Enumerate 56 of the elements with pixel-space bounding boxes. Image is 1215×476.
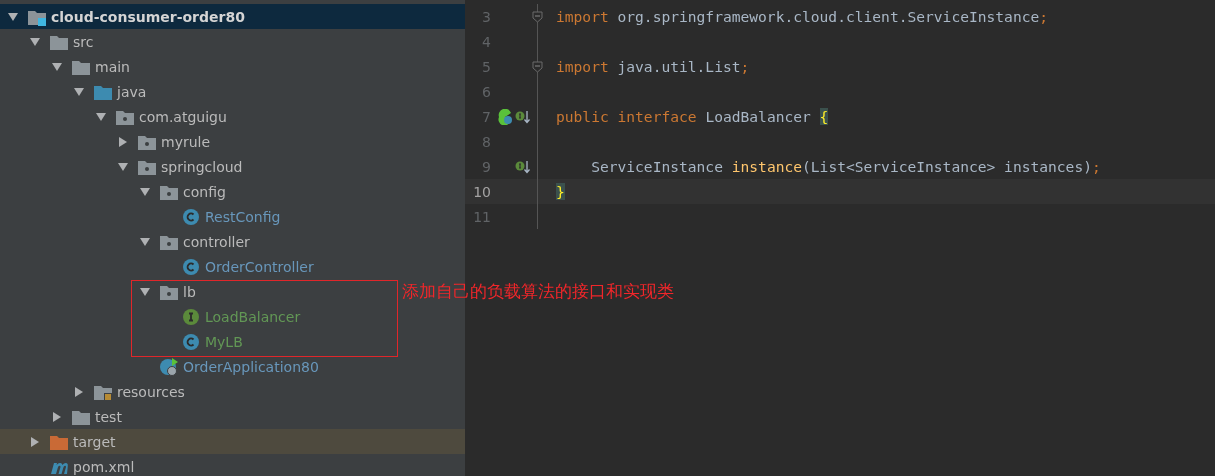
line-number: 10 xyxy=(472,183,491,200)
line-number: 7 xyxy=(481,108,491,125)
code-line: public interface LoadBalancer { xyxy=(556,108,829,125)
class-icon xyxy=(181,207,201,226)
line-number: 5 xyxy=(481,58,491,75)
collapse-arrow-icon[interactable] xyxy=(7,10,19,23)
interface-arrow-icon[interactable] xyxy=(515,158,531,175)
code-line: import org.springframework.cloud.client.ServiceInstance; xyxy=(556,8,1049,25)
tree-item[interactable]: OrderApplication80 xyxy=(183,358,319,375)
collapse-arrow-icon[interactable] xyxy=(73,85,85,98)
interface-icon xyxy=(181,307,201,326)
implemented-icon[interactable] xyxy=(497,108,513,125)
collapse-arrow-icon[interactable] xyxy=(139,235,151,248)
class-icon xyxy=(181,257,201,276)
line-number: 6 xyxy=(481,83,491,100)
collapse-arrow-icon[interactable] xyxy=(51,60,63,73)
tree-item[interactable]: resources xyxy=(117,383,185,400)
line-number: 3 xyxy=(481,8,491,25)
tree-item[interactable]: test xyxy=(95,408,122,425)
tree-item[interactable]: controller xyxy=(183,233,250,250)
line-number: 8 xyxy=(481,133,491,150)
tree-item[interactable]: config xyxy=(183,183,226,200)
tree-row[interactable]: target xyxy=(0,429,465,454)
tree-item[interactable]: target xyxy=(73,433,116,450)
expand-arrow-icon[interactable] xyxy=(73,385,85,398)
interface-arrow-icon[interactable] xyxy=(515,108,531,125)
collapse-arrow-icon[interactable] xyxy=(117,160,129,173)
tree-item[interactable]: MyLB xyxy=(205,333,243,350)
tree-item[interactable]: cloud-consumer-order80 xyxy=(51,8,245,25)
tree-item[interactable]: pom.xml xyxy=(73,458,135,475)
tree-item[interactable]: myrule xyxy=(161,133,211,150)
collapse-arrow-icon[interactable] xyxy=(29,35,41,48)
collapse-arrow-icon[interactable] xyxy=(139,185,151,198)
annotation-text: 添加自己的负载算法的接口和实现类 xyxy=(402,280,674,303)
collapse-arrow-icon[interactable] xyxy=(95,110,107,123)
expand-arrow-icon[interactable] xyxy=(29,435,41,448)
spring-boot-class-icon xyxy=(159,357,179,376)
tree-item[interactable]: LoadBalancer xyxy=(205,308,301,325)
line-number: 11 xyxy=(472,208,491,225)
tree-item[interactable]: OrderController xyxy=(205,258,314,275)
tree-item[interactable]: src xyxy=(73,33,94,50)
line-number: 9 xyxy=(481,158,491,175)
code-line: ServiceInstance instance(List<ServiceInstance> instances); xyxy=(590,158,1101,175)
tree-item[interactable]: lb xyxy=(183,283,196,300)
tree-item[interactable]: com.atguigu xyxy=(139,108,227,125)
tree-item[interactable]: springcloud xyxy=(161,158,243,175)
tree-item[interactable]: main xyxy=(95,58,130,75)
collapse-arrow-icon[interactable] xyxy=(139,285,151,298)
expand-arrow-icon[interactable] xyxy=(117,135,129,148)
expand-arrow-icon[interactable] xyxy=(51,410,63,423)
code-line: import java.util.List; xyxy=(556,58,750,75)
class-icon xyxy=(181,332,201,351)
tree-row[interactable]: cloud-consumer-order80 xyxy=(0,4,465,29)
tree-item[interactable]: RestConfig xyxy=(205,208,281,225)
tree-item[interactable]: java xyxy=(117,83,147,100)
line-number: 4 xyxy=(481,33,491,50)
